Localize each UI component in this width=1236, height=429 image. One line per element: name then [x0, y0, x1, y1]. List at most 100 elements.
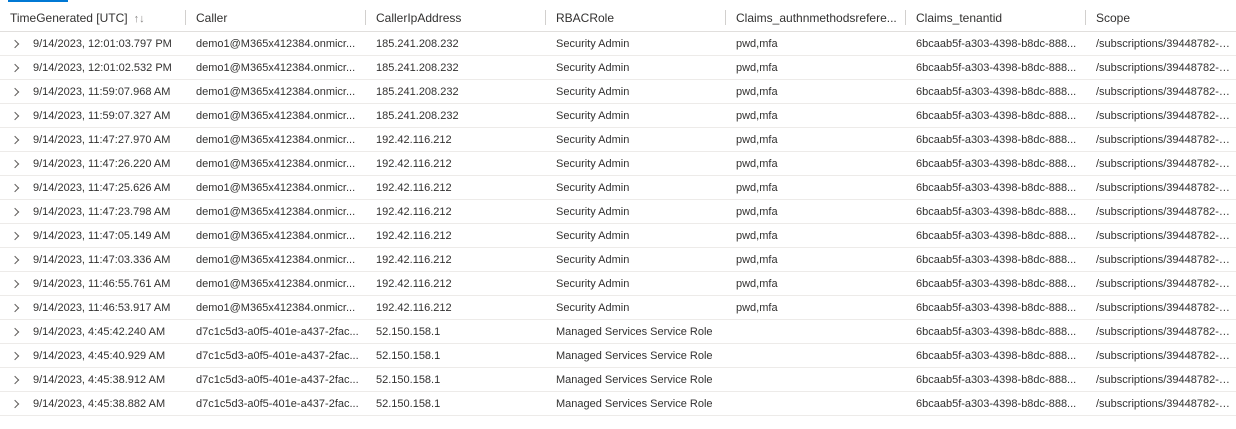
column-header-label: Claims_tenantid: [916, 10, 1003, 25]
cell-caller-ip: 52.150.158.1: [366, 367, 546, 392]
chevron-right-icon[interactable]: [10, 39, 20, 48]
cell-time: 9/14/2023, 11:46:55.761 AM: [0, 271, 186, 296]
cell-caller-ip: 192.42.116.212: [366, 271, 546, 296]
cell-caller-ip: 185.241.208.232: [366, 55, 546, 80]
cell-caller-ip: 185.241.208.232: [366, 79, 546, 104]
cell-tenant-id: 6bcaab5f-a303-4398-b8dc-888...: [906, 55, 1086, 80]
cell-authn-methods: [726, 367, 906, 392]
column-header-caller[interactable]: Caller: [186, 4, 366, 32]
cell-caller-ip: 192.42.116.212: [366, 175, 546, 200]
cell-tenant-id: 6bcaab5f-a303-4398-b8dc-888...: [906, 223, 1086, 248]
chevron-right-icon[interactable]: [10, 111, 20, 120]
cell-scope: /subscriptions/39448782-1f8f: [1086, 391, 1236, 416]
cell-caller: demo1@M365x412384.onmicr...: [186, 151, 366, 176]
chevron-right-icon[interactable]: [10, 159, 20, 168]
cell-tenant-id: 6bcaab5f-a303-4398-b8dc-888...: [906, 127, 1086, 152]
column-header-time[interactable]: TimeGenerated [UTC] ↑↓: [0, 4, 186, 32]
cell-time: 9/14/2023, 11:47:27.970 AM: [0, 127, 186, 152]
cell-tenant-id: 6bcaab5f-a303-4398-b8dc-888...: [906, 79, 1086, 104]
table-row[interactable]: 9/14/2023, 11:47:05.149 AM demo1@M365x412…: [0, 223, 1236, 248]
time-value: 9/14/2023, 4:45:42.240 AM: [33, 325, 166, 338]
cell-authn-methods: [726, 391, 906, 416]
column-header-authn-methods[interactable]: Claims_authnmethodsrefere...: [726, 4, 906, 32]
table-row[interactable]: 9/14/2023, 11:47:27.970 AM demo1@M365x412…: [0, 127, 1236, 152]
table-row[interactable]: 9/14/2023, 11:47:26.220 AM demo1@M365x412…: [0, 151, 1236, 176]
cell-time: 9/14/2023, 12:01:02.532 PM: [0, 55, 186, 80]
cell-authn-methods: pwd,mfa: [726, 151, 906, 176]
cell-tenant-id: 6bcaab5f-a303-4398-b8dc-888...: [906, 271, 1086, 296]
column-header-label: CallerIpAddress: [376, 10, 462, 25]
chevron-right-icon[interactable]: [10, 87, 20, 96]
time-value: 9/14/2023, 12:01:03.797 PM: [33, 37, 172, 50]
time-value: 9/14/2023, 11:47:26.220 AM: [33, 157, 171, 170]
cell-scope: /subscriptions/39448782-1f8f: [1086, 199, 1236, 224]
table-row[interactable]: 9/14/2023, 11:47:25.626 AM demo1@M365x412…: [0, 175, 1236, 200]
chevron-right-icon[interactable]: [10, 135, 20, 144]
cell-time: 9/14/2023, 4:45:40.929 AM: [0, 343, 186, 368]
active-tab-indicator: [8, 0, 68, 2]
chevron-right-icon[interactable]: [10, 255, 20, 264]
cell-caller: demo1@M365x412384.onmicr...: [186, 175, 366, 200]
chevron-right-icon[interactable]: [10, 303, 20, 312]
chevron-right-icon[interactable]: [10, 279, 20, 288]
results-table: TimeGenerated [UTC] ↑↓ Caller CallerIpAdd…: [0, 4, 1236, 416]
cell-time: 9/14/2023, 4:45:42.240 AM: [0, 319, 186, 344]
column-header-rbac-role[interactable]: RBACRole: [546, 4, 726, 32]
sort-icon[interactable]: ↑↓: [134, 13, 145, 25]
cell-tenant-id: 6bcaab5f-a303-4398-b8dc-888...: [906, 343, 1086, 368]
cell-rbac-role: Security Admin: [546, 151, 726, 176]
table-row[interactable]: 9/14/2023, 11:47:03.336 AM demo1@M365x412…: [0, 247, 1236, 272]
table-row[interactable]: 9/14/2023, 11:59:07.968 AM demo1@M365x412…: [0, 79, 1236, 104]
cell-scope: /subscriptions/39448782-1f8f: [1086, 151, 1236, 176]
column-header-label: RBACRole: [556, 10, 615, 25]
time-value: 9/14/2023, 11:46:53.917 AM: [33, 301, 171, 314]
cell-scope: /subscriptions/39448782-1f8f: [1086, 79, 1236, 104]
cell-caller-ip: 52.150.158.1: [366, 391, 546, 416]
chevron-right-icon[interactable]: [10, 63, 20, 72]
cell-rbac-role: Managed Services Service Role: [546, 391, 726, 416]
cell-tenant-id: 6bcaab5f-a303-4398-b8dc-888...: [906, 151, 1086, 176]
cell-scope: /subscriptions/39448782-1f8f: [1086, 295, 1236, 320]
cell-time: 9/14/2023, 11:47:26.220 AM: [0, 151, 186, 176]
chevron-right-icon[interactable]: [10, 375, 20, 384]
cell-tenant-id: 6bcaab5f-a303-4398-b8dc-888...: [906, 295, 1086, 320]
table-row[interactable]: 9/14/2023, 12:01:02.532 PM demo1@M365x412…: [0, 55, 1236, 80]
cell-rbac-role: Managed Services Service Role: [546, 343, 726, 368]
cell-scope: /subscriptions/39448782-1f8f: [1086, 55, 1236, 80]
table-row[interactable]: 9/14/2023, 11:47:23.798 AM demo1@M365x412…: [0, 199, 1236, 224]
column-header-scope[interactable]: Scope: [1086, 4, 1236, 32]
column-header-tenant-id[interactable]: Claims_tenantid: [906, 4, 1086, 32]
cell-rbac-role: Security Admin: [546, 247, 726, 272]
chevron-right-icon[interactable]: [10, 399, 20, 408]
cell-caller-ip: 185.241.208.232: [366, 31, 546, 56]
table-row[interactable]: 9/14/2023, 11:46:55.761 AM demo1@M365x412…: [0, 271, 1236, 296]
chevron-right-icon[interactable]: [10, 183, 20, 192]
chevron-right-icon[interactable]: [10, 351, 20, 360]
cell-caller-ip: 192.42.116.212: [366, 223, 546, 248]
cell-authn-methods: pwd,mfa: [726, 271, 906, 296]
table-row[interactable]: 9/14/2023, 11:59:07.327 AM demo1@M365x412…: [0, 103, 1236, 128]
cell-caller: demo1@M365x412384.onmicr...: [186, 103, 366, 128]
cell-time: 9/14/2023, 11:47:03.336 AM: [0, 247, 186, 272]
table-row[interactable]: 9/14/2023, 12:01:03.797 PM demo1@M365x412…: [0, 31, 1236, 56]
cell-rbac-role: Security Admin: [546, 199, 726, 224]
table-row[interactable]: 9/14/2023, 4:45:38.912 AM d7c1c5d3-a0f5-4…: [0, 367, 1236, 392]
chevron-right-icon[interactable]: [10, 207, 20, 216]
table-row[interactable]: 9/14/2023, 4:45:40.929 AM d7c1c5d3-a0f5-4…: [0, 343, 1236, 368]
cell-time: 9/14/2023, 12:01:03.797 PM: [0, 31, 186, 56]
cell-rbac-role: Security Admin: [546, 295, 726, 320]
time-value: 9/14/2023, 11:47:25.626 AM: [33, 181, 171, 194]
time-value: 9/14/2023, 11:59:07.327 AM: [33, 109, 171, 122]
cell-authn-methods: pwd,mfa: [726, 55, 906, 80]
cell-time: 9/14/2023, 11:46:53.917 AM: [0, 295, 186, 320]
table-row[interactable]: 9/14/2023, 4:45:38.882 AM d7c1c5d3-a0f5-4…: [0, 391, 1236, 416]
cell-caller: demo1@M365x412384.onmicr...: [186, 31, 366, 56]
cell-caller: demo1@M365x412384.onmicr...: [186, 79, 366, 104]
chevron-right-icon[interactable]: [10, 327, 20, 336]
table-row[interactable]: 9/14/2023, 11:46:53.917 AM demo1@M365x412…: [0, 295, 1236, 320]
cell-caller: demo1@M365x412384.onmicr...: [186, 271, 366, 296]
cell-authn-methods: pwd,mfa: [726, 103, 906, 128]
column-header-caller-ip[interactable]: CallerIpAddress: [366, 4, 546, 32]
table-row[interactable]: 9/14/2023, 4:45:42.240 AM d7c1c5d3-a0f5-4…: [0, 319, 1236, 344]
chevron-right-icon[interactable]: [10, 231, 20, 240]
